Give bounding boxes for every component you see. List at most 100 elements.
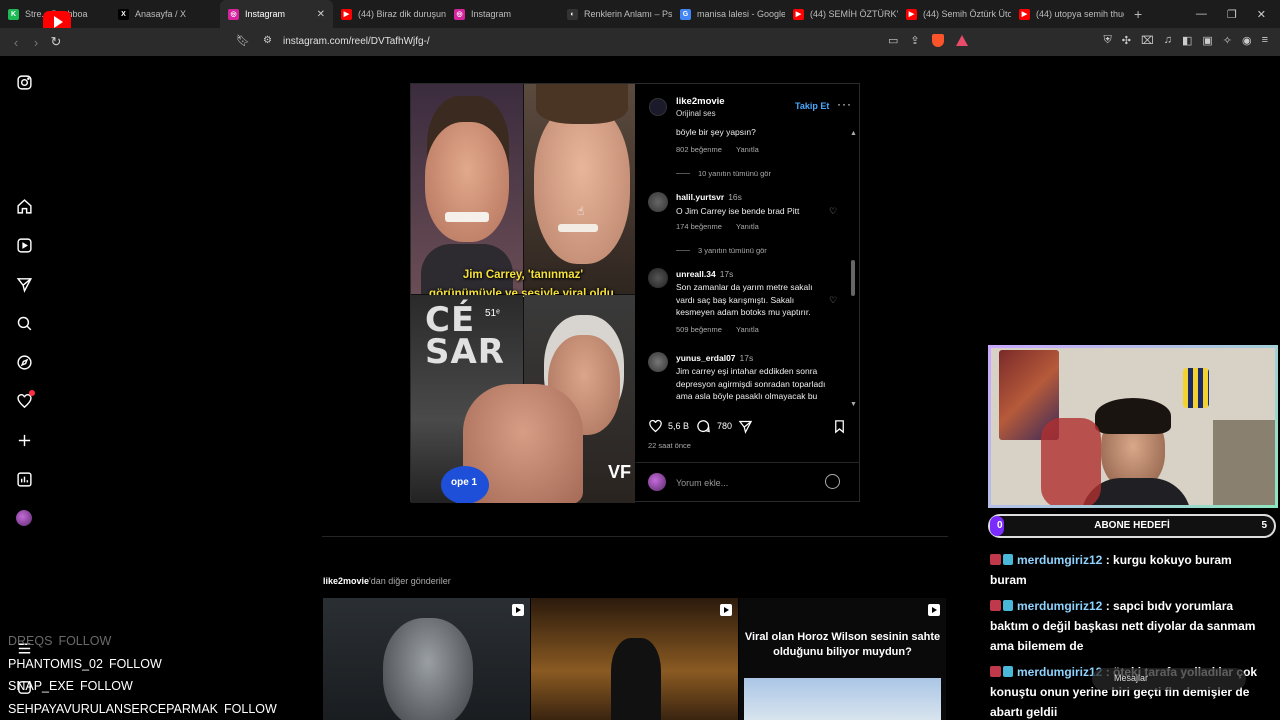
post-actions: 5,6 B 780	[636, 414, 860, 444]
scroll-down-icon[interactable]: ▼	[850, 401, 857, 406]
comment-like-icon[interactable]: ♡	[829, 206, 837, 217]
comment-username[interactable]: halil.yurtsvr 16s	[676, 192, 742, 202]
comment-input[interactable]	[676, 475, 816, 491]
view-replies-button[interactable]: 10 yanıtın tümünü gör	[698, 169, 771, 178]
mod-badge-icon	[1003, 666, 1013, 677]
more-post-thumbnail[interactable]: Viral olan Horoz Wilson sesinin sahte ol…	[739, 598, 946, 720]
sub-badge-icon	[990, 600, 1001, 611]
chat-username[interactable]: merdumgiriz12	[1017, 665, 1102, 679]
close-window-icon[interactable]: ✕	[1257, 8, 1266, 21]
comment-like-icon[interactable]: ♡	[829, 295, 837, 306]
new-tab-button[interactable]: +	[1124, 6, 1152, 22]
reel-post: Jim Carrey, 'tanınmaz' görünümüyle ve se…	[410, 83, 860, 503]
comment-username[interactable]: yunus_erdal07 17s	[676, 353, 753, 363]
author-avatar[interactable]	[649, 98, 667, 116]
comment-avatar[interactable]	[648, 192, 668, 212]
menu-icon[interactable]: ≡	[1262, 34, 1268, 47]
comment-icon[interactable]	[696, 419, 711, 439]
comment-avatar[interactable]	[648, 268, 668, 288]
comment-username[interactable]: unreall.34 17s	[676, 269, 733, 279]
comment-reply-button[interactable]: Yanıtla	[736, 145, 759, 154]
search-icon[interactable]	[15, 314, 33, 332]
explore-icon[interactable]	[15, 353, 33, 371]
browser-tab[interactable]: X Anasayfa / X	[110, 0, 220, 28]
vpn-icon[interactable]: ⛨	[1104, 34, 1112, 47]
brave-shield-icon[interactable]	[931, 34, 944, 47]
wallet-icon[interactable]: ▣	[1202, 34, 1212, 47]
notifications-heart-icon[interactable]	[15, 390, 35, 410]
browser-tab[interactable]: ◎ Instagram	[446, 0, 559, 28]
cast-icon[interactable]: ▭	[888, 34, 898, 47]
url-input[interactable]: instagram.com/reel/DVTafhWjfg-/	[283, 36, 430, 47]
comment-likes[interactable]: 509 beğenme	[676, 325, 722, 334]
scroll-thumb[interactable]	[851, 260, 855, 296]
more-posts-author[interactable]: like2movie	[323, 576, 369, 586]
comment-likes[interactable]: 802 beğenme	[676, 145, 722, 154]
tab-close-icon[interactable]: ✕	[317, 9, 325, 20]
follow-alert: DREQS FOLLOW	[8, 630, 277, 653]
comment-text: Son zamanlar da yarım metre sakalı vardı…	[676, 282, 813, 317]
browser-tab[interactable]: ▶ (44) SEMİH ÖZTÜRK'E	[785, 0, 898, 28]
instagram-logo-icon[interactable]	[15, 73, 33, 91]
share-icon[interactable]: ⇪	[910, 34, 919, 47]
reel-video[interactable]: Jim Carrey, 'tanınmaz' görünümüyle ve se…	[411, 84, 635, 503]
more-options-icon[interactable]: ···	[837, 97, 852, 111]
comments-list[interactable]: böyle bir şey yapsın? 802 beğenme Yanıtl…	[636, 128, 860, 406]
comment-reply-button[interactable]: Yanıtla	[736, 222, 759, 231]
leo-ai-icon[interactable]: ✧	[1223, 34, 1232, 47]
create-plus-icon[interactable]	[15, 431, 33, 449]
audio-label[interactable]: Orijinal ses	[676, 109, 716, 118]
comment-count[interactable]: 780	[717, 421, 732, 431]
screenshot-icon[interactable]: ⌧	[1141, 34, 1154, 47]
like-count[interactable]: 5,6 B	[668, 421, 689, 431]
direct-messages-icon[interactable]	[15, 275, 33, 293]
profile-avatar[interactable]	[15, 509, 33, 527]
reel-badge-icon	[512, 604, 524, 616]
more-post-thumbnail[interactable]	[531, 598, 738, 720]
comment-likes[interactable]: 174 beğenme	[676, 222, 722, 231]
comments-scrollbar[interactable]: ▲ ▼	[850, 130, 857, 406]
maximize-icon[interactable]: ❐	[1227, 8, 1237, 21]
messages-button[interactable]: Mesajlar	[1092, 668, 1246, 690]
tab-favicon-icon: G	[680, 8, 691, 20]
browser-tab[interactable]: ◐ Renklerin Anlamı – Psik	[559, 0, 672, 28]
emoji-icon[interactable]	[825, 474, 840, 489]
brave-vpn-icon[interactable]: ◉	[1242, 34, 1252, 47]
browser-tab[interactable]: Gmanisa lalesi - Google	[672, 0, 785, 28]
comment-avatar[interactable]	[648, 352, 668, 372]
minimize-icon[interactable]: —	[1196, 8, 1207, 21]
address-bar: ‹ › ↻ 🔖︎ ⚙ instagram.com/reel/DVTafhWjfg…	[0, 28, 1280, 56]
save-bookmark-icon[interactable]	[832, 419, 847, 439]
section-divider	[322, 536, 948, 537]
chat-username[interactable]: merdumgiriz12	[1017, 599, 1102, 613]
site-info-icon[interactable]: ⚙	[263, 35, 272, 46]
extensions-icon[interactable]: ✣	[1122, 34, 1131, 47]
home-icon[interactable]	[15, 197, 33, 215]
reels-icon[interactable]	[15, 236, 33, 254]
like-heart-icon[interactable]	[648, 419, 663, 439]
browser-tab[interactable]: ▶ (44) Biraz dik duruşun	[333, 0, 446, 28]
brave-rewards-icon[interactable]	[955, 35, 968, 46]
comment-reply-button[interactable]: Yanıtla	[736, 325, 759, 334]
chat-username[interactable]: merdumgiriz12	[1017, 553, 1102, 567]
browser-tab[interactable]: ▶ (44) Semih Öztürk Ütop	[898, 0, 1011, 28]
share-icon[interactable]	[738, 419, 753, 439]
browser-tab[interactable]: ◎ Instagram ✕	[220, 0, 333, 28]
dashboard-icon[interactable]	[15, 470, 33, 488]
follow-action-label: FOLLOW	[108, 656, 162, 671]
browser-tab[interactable]: ▶ (44) utopya semih thug	[1011, 0, 1124, 28]
view-replies-button[interactable]: 3 yanıtın tümünü gör	[698, 246, 767, 255]
media-icon[interactable]: ♫	[1164, 34, 1172, 47]
back-icon[interactable]: ‹	[6, 35, 26, 50]
bookmark-icon[interactable]: 🔖︎	[236, 34, 250, 47]
follow-button[interactable]: Takip Et	[795, 101, 829, 111]
sidebar-icon[interactable]: ◧	[1182, 34, 1192, 47]
forward-icon[interactable]: ›	[26, 35, 46, 50]
more-post-thumbnail[interactable]	[323, 598, 530, 720]
tab-label: Instagram	[471, 9, 512, 19]
reload-icon[interactable]: ↻	[46, 34, 66, 50]
author-username[interactable]: like2movie	[676, 96, 725, 107]
scroll-up-icon[interactable]: ▲	[850, 130, 857, 137]
tab-favicon-icon: ▶	[341, 8, 352, 20]
tab-favicon-icon: ▶	[793, 8, 804, 20]
